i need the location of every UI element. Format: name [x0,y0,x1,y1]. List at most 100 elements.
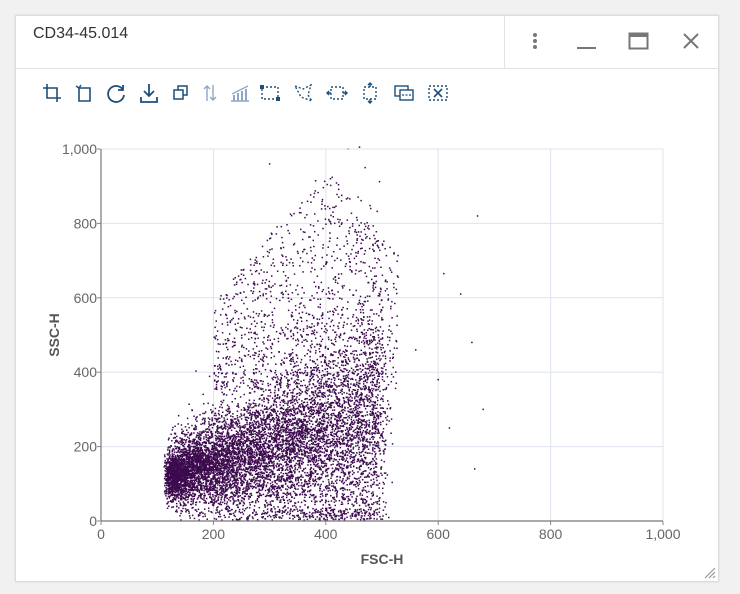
data-point [320,385,323,387]
data-point [345,235,347,238]
data-point [381,372,384,375]
data-point [278,480,280,482]
data-point [272,514,275,517]
data-point [351,461,354,463]
data-point [384,355,387,357]
data-point [216,474,218,476]
data-point [202,402,205,405]
data-point [283,501,286,504]
data-point [288,448,290,451]
data-point [282,408,285,411]
data-point [171,506,173,509]
data-point [311,387,313,389]
data-point [308,383,311,386]
data-point [215,518,218,520]
data-point [369,452,371,454]
data-point [200,437,202,439]
data-point [344,353,347,356]
data-point [247,438,249,441]
data-point [295,440,297,442]
data-point [386,415,389,418]
data-point [353,477,356,479]
data-point [315,458,318,461]
data-point [244,418,247,421]
data-point [274,436,277,438]
data-point [334,449,337,452]
data-point [265,478,268,480]
data-point [379,421,382,424]
data-point [352,414,354,417]
data-point [290,424,293,427]
data-point [345,413,348,416]
data-point [357,196,359,198]
data-point [258,494,261,497]
data-point [207,502,210,505]
data-point [357,448,360,451]
data-point [302,372,305,375]
data-point [237,406,240,408]
data-point [221,421,224,423]
data-point [372,449,374,452]
data-point [263,326,265,329]
data-point [269,471,271,474]
data-point [366,491,368,494]
data-point [293,273,296,275]
data-point [166,453,169,455]
data-point [205,435,207,437]
data-point [322,504,324,506]
data-point [341,352,343,355]
data-point [337,452,340,455]
data-point [314,392,317,394]
data-point [317,306,320,308]
data-point [340,471,343,474]
data-point [339,336,341,339]
data-point [307,479,310,482]
data-point [321,510,324,512]
data-point [355,480,358,483]
data-point [350,454,352,456]
data-point [308,417,310,420]
data-point [172,426,174,429]
data-point [180,448,183,451]
data-point [253,510,256,512]
data-point [327,348,329,350]
data-point [355,419,358,421]
data-point [283,375,286,378]
data-point [374,404,376,407]
data-point [374,441,376,444]
data-point [374,432,376,435]
data-point [300,484,302,487]
data-point [360,517,363,519]
data-point [344,345,346,347]
data-point [258,403,261,405]
data-point [351,491,353,493]
data-point [329,373,332,375]
data-point [362,415,364,417]
data-point [305,480,308,483]
data-point [371,412,373,415]
data-point [248,458,251,461]
data-point [334,445,337,447]
data-point [324,431,327,434]
data-point [219,476,222,478]
data-point [222,399,225,402]
data-point [340,384,343,386]
data-point [249,474,251,476]
data-point [277,506,279,508]
data-point [285,468,288,470]
data-point [217,502,220,505]
data-point [306,518,309,521]
data-point [309,464,312,466]
data-point [276,383,278,386]
data-point [352,350,354,353]
data-point [211,458,213,460]
data-point [254,449,257,451]
data-point [351,503,353,506]
data-point [278,422,281,425]
data-point [325,385,327,387]
data-point [259,443,262,446]
data-point [363,515,366,517]
scatter-plot-svg[interactable]: 002002004004006006008008001,0001,000 FSC… [16,16,718,581]
data-point [349,395,352,398]
data-point [375,445,377,447]
